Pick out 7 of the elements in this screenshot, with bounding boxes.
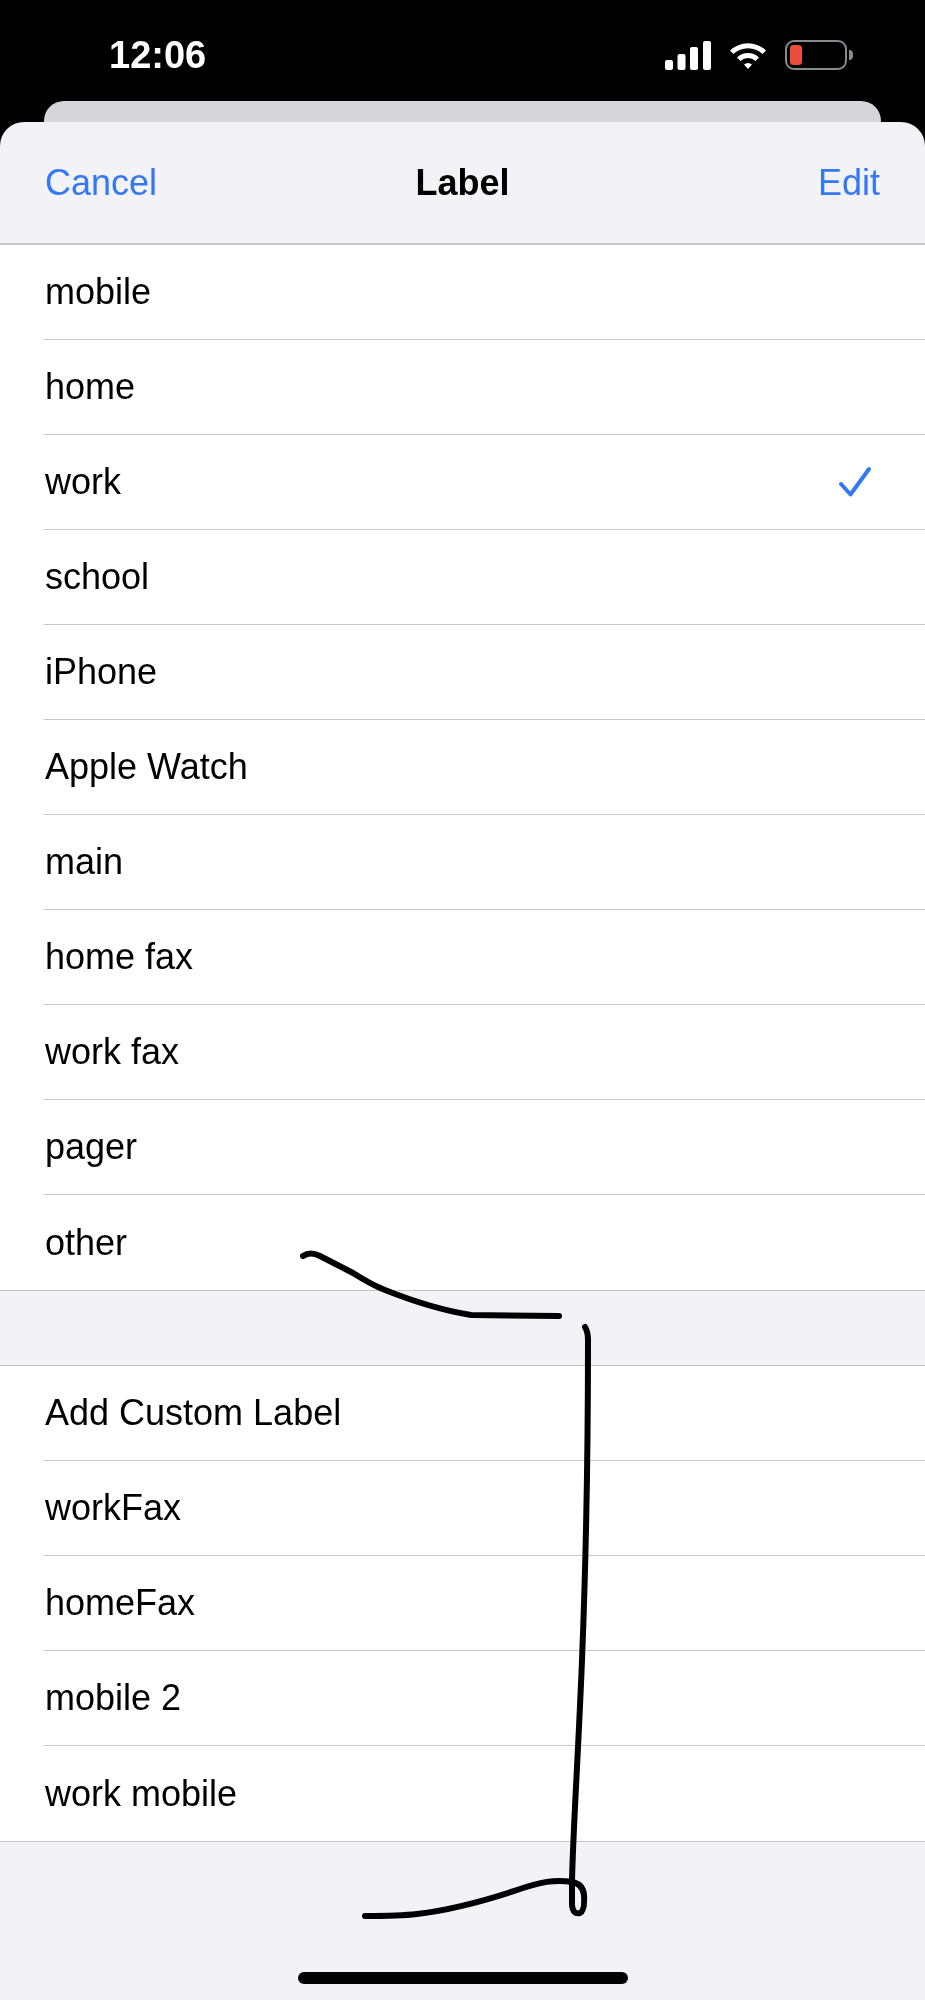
signal-icon (665, 40, 711, 70)
wifi-icon (728, 41, 768, 69)
cancel-button[interactable]: Cancel (45, 155, 158, 210)
edit-button[interactable]: Edit (817, 155, 880, 210)
battery-icon (785, 40, 853, 70)
sheet-title: Label (415, 160, 510, 205)
status-time: 12:06 (109, 34, 207, 76)
